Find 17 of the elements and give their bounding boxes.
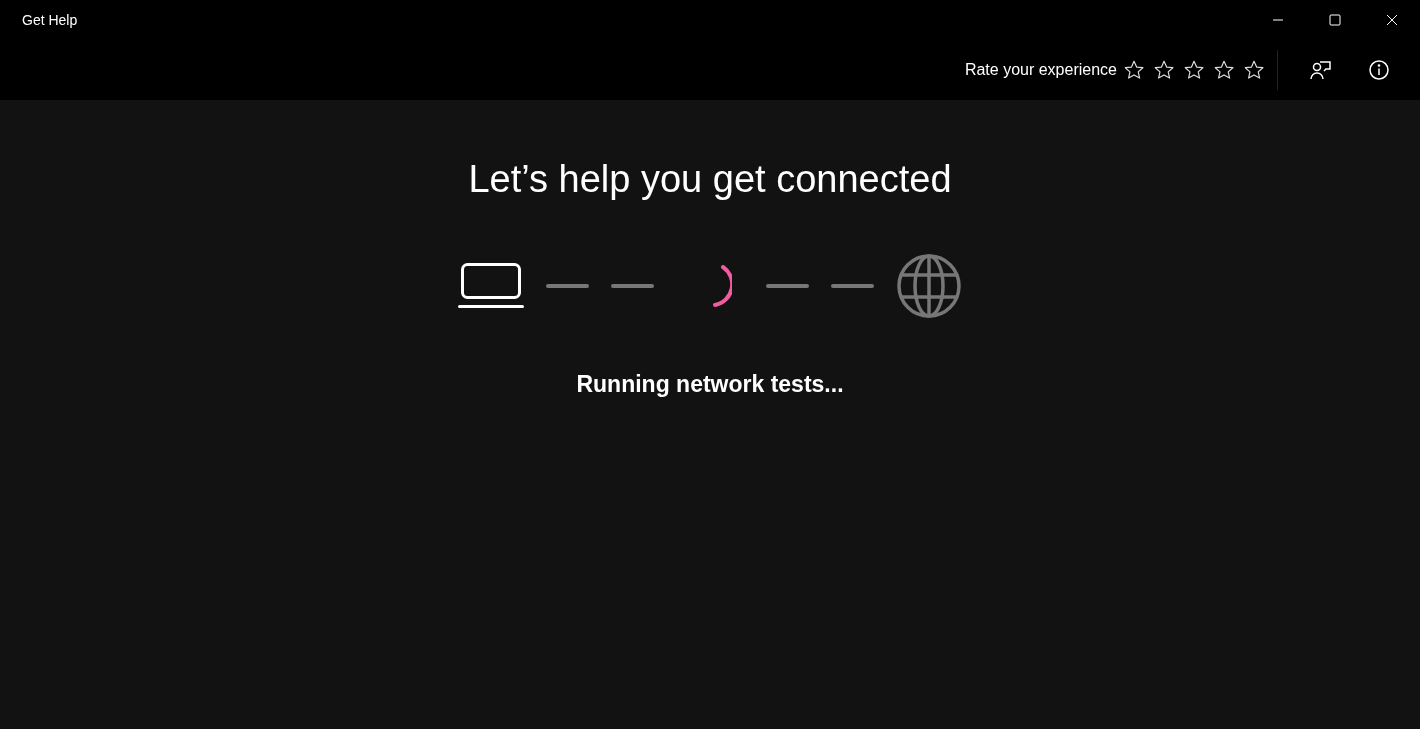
- star-rating[interactable]: [1123, 59, 1265, 81]
- maximize-icon: [1328, 14, 1341, 26]
- star-icon[interactable]: [1213, 59, 1235, 81]
- star-icon[interactable]: [1123, 59, 1145, 81]
- star-icon[interactable]: [1153, 59, 1175, 81]
- window-title: Get Help: [22, 12, 78, 28]
- info-icon: [1368, 59, 1390, 81]
- status-text: Running network tests...: [576, 371, 844, 398]
- star-icon[interactable]: [1183, 59, 1205, 81]
- heading: Let’s help you get connected: [468, 158, 952, 201]
- loading-spinner-icon: [712, 264, 732, 308]
- laptop-icon: [458, 263, 524, 309]
- person-chat-icon: [1309, 58, 1333, 82]
- globe-icon: [896, 253, 962, 319]
- star-icon[interactable]: [1243, 59, 1265, 81]
- close-icon: [1385, 14, 1398, 26]
- rating-label: Rate your experience: [964, 61, 1117, 79]
